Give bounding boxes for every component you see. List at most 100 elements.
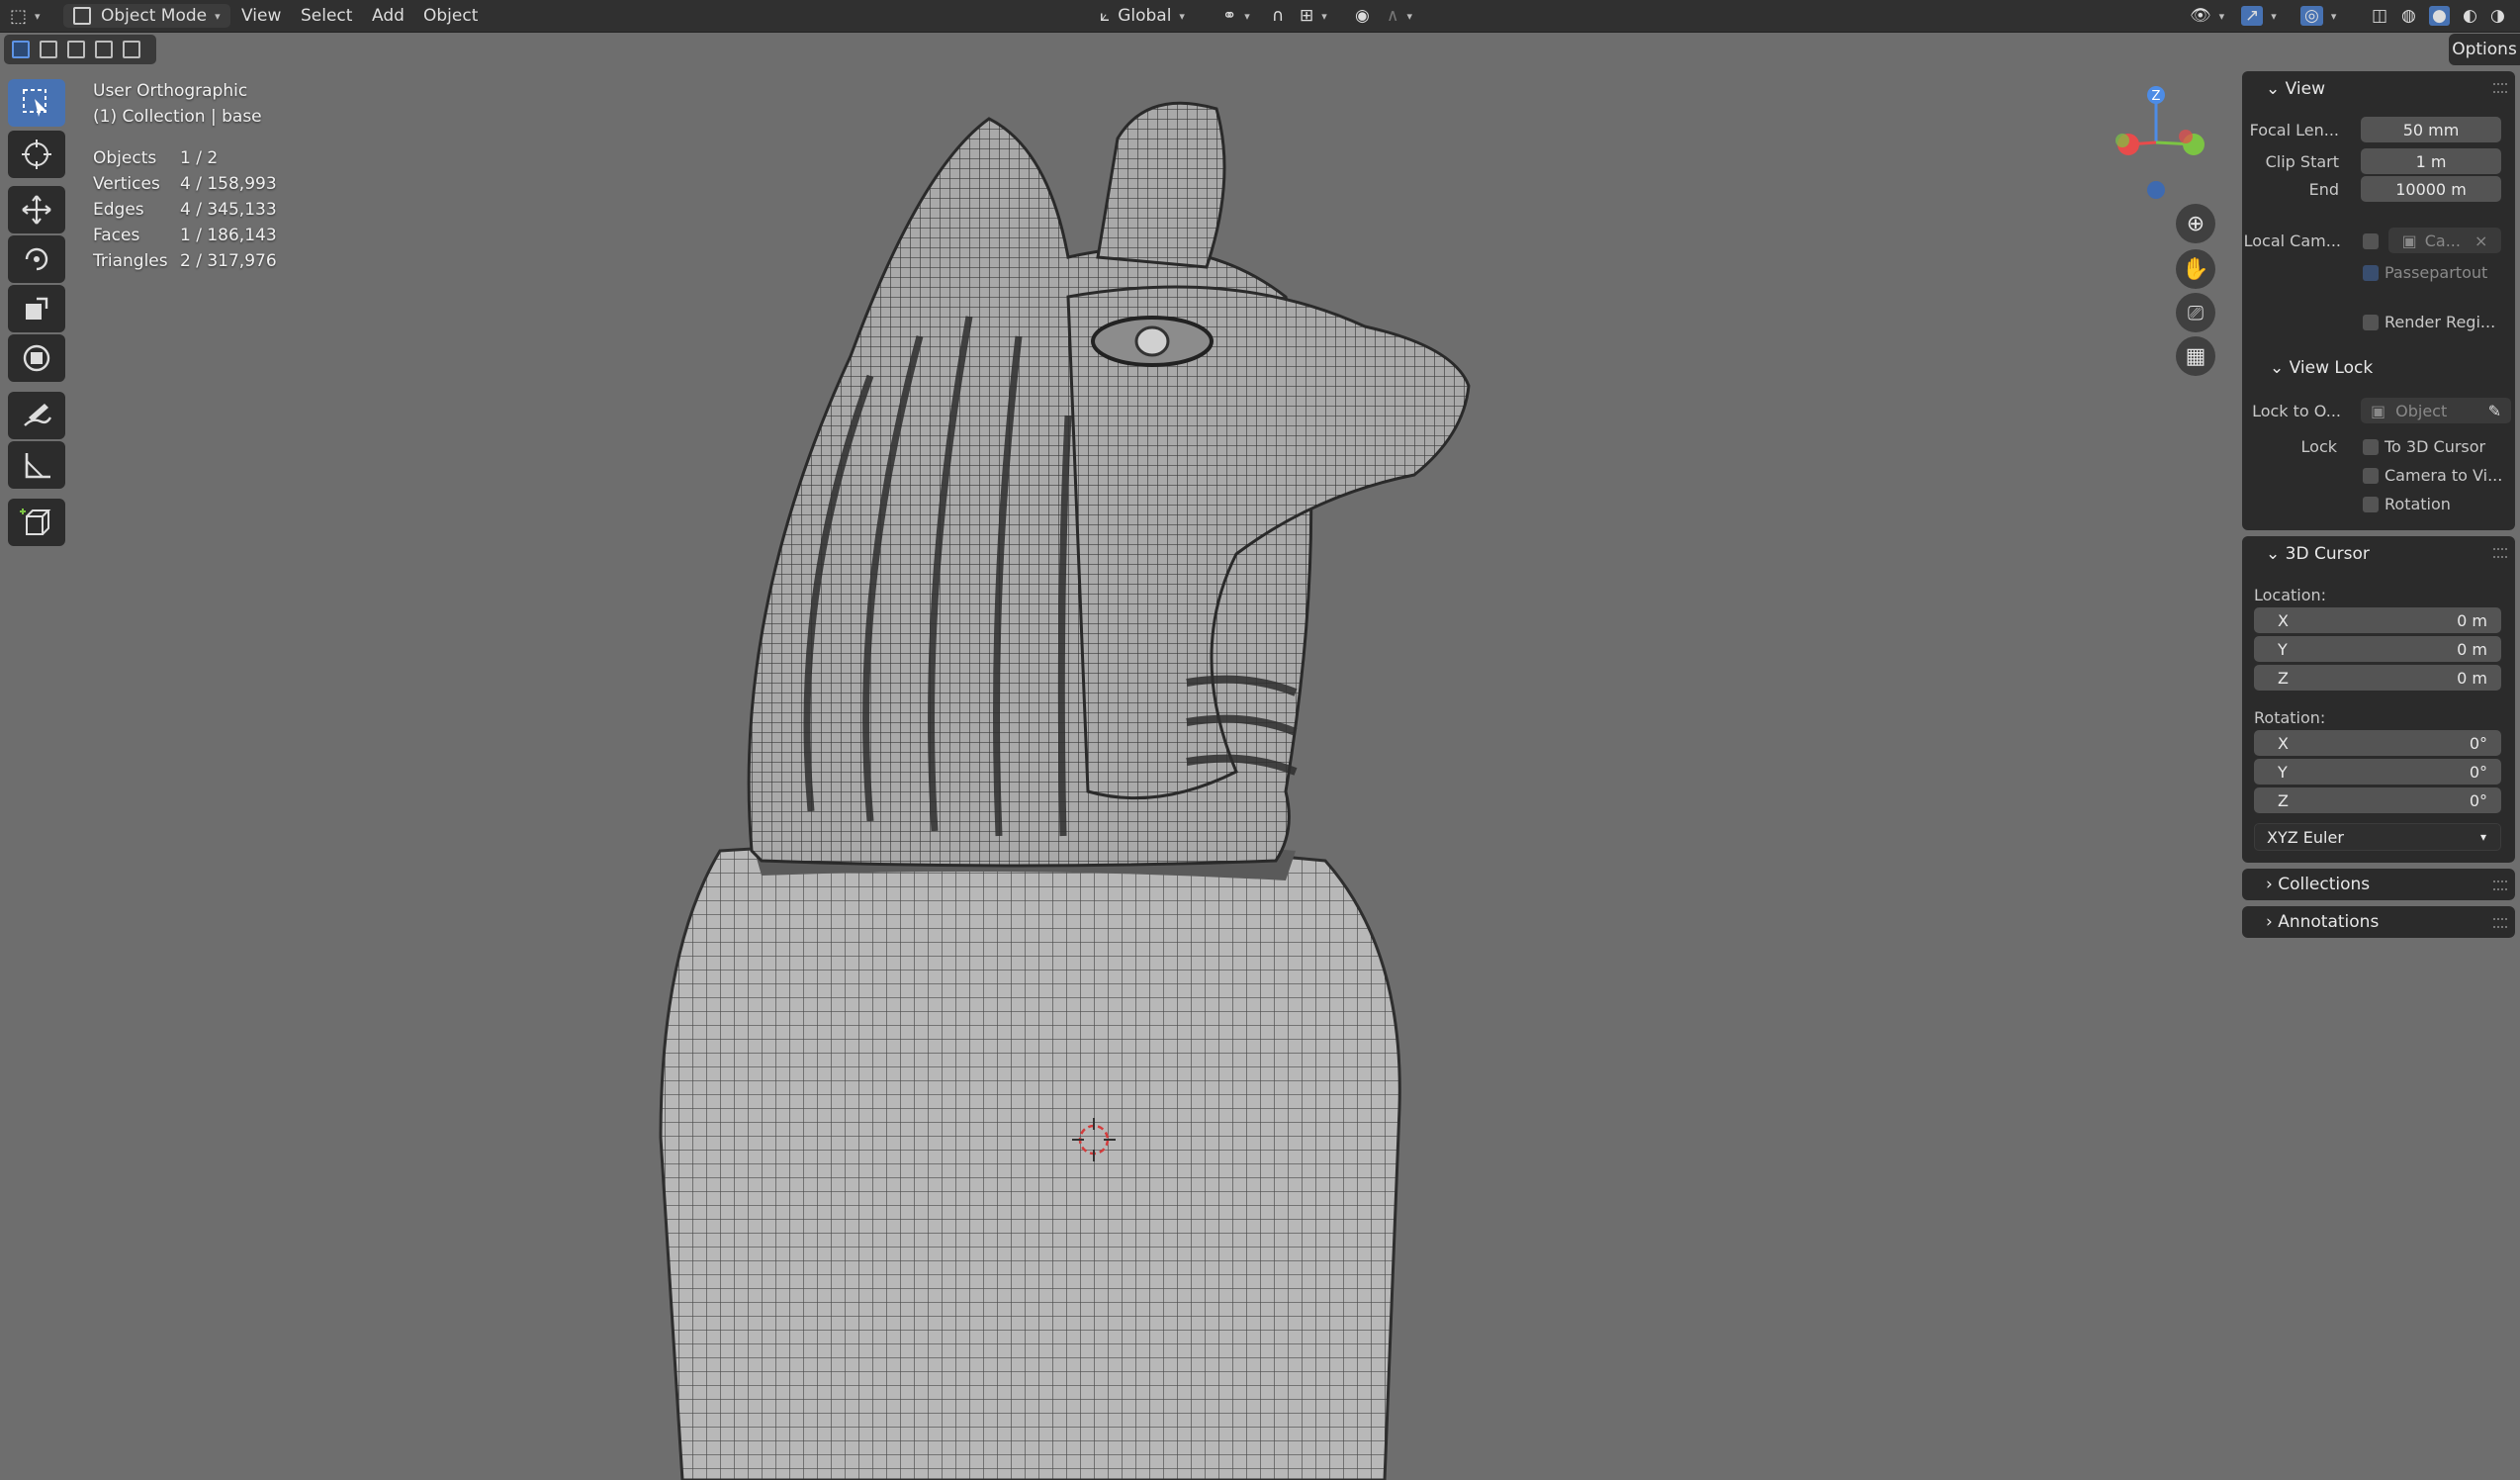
viewport-model[interactable] (0, 0, 2520, 1480)
select-new-icon[interactable] (12, 41, 30, 58)
tool-measure[interactable] (8, 441, 65, 489)
cursor-panel-title: 3D Cursor (2285, 544, 2370, 564)
options-button[interactable]: Options (2449, 34, 2520, 65)
rotation-mode-dropdown[interactable]: XYZ Euler ▾ (2254, 823, 2501, 851)
axis-x-label: X (2278, 610, 2289, 630)
stat-vertices-value: 4 / 158,993 (180, 174, 277, 194)
shading-rendered[interactable]: ◑ (2490, 4, 2505, 28)
passepartout-label: Passepartout (2385, 263, 2488, 282)
view-panel-header[interactable]: ⌄ View (2266, 79, 2325, 99)
mode-label: Object Mode (101, 6, 208, 26)
editor-type-button[interactable]: ⬚ ▾ (10, 4, 41, 28)
to-3d-cursor-checkbox[interactable] (2363, 439, 2379, 455)
focal-length-label: Focal Len... (2249, 121, 2339, 139)
shading-wireframe[interactable]: ◍ (2401, 4, 2416, 28)
add-cube-icon (20, 509, 51, 535)
chevron-down-icon: ⌄ (2266, 544, 2281, 564)
cursor-panel: ⌄ 3D Cursor Location: X 0 m Y 0 m Z 0 m Rot… (2242, 536, 2515, 863)
rotation-x-field[interactable]: X 0° (2254, 730, 2501, 756)
select-invert-icon[interactable] (95, 41, 113, 58)
pan-button[interactable]: ✋ (2176, 249, 2215, 289)
mode-dropdown[interactable]: Object Mode ▾ (63, 4, 230, 28)
tool-rotate[interactable] (8, 235, 65, 283)
passepartout-checkbox[interactable] (2363, 265, 2379, 281)
lock-to-object-field[interactable]: ▣ Object ✎ (2361, 398, 2511, 423)
proportional-edit-toggle[interactable]: ◉ (1355, 4, 1370, 28)
location-z-field[interactable]: Z 0 m (2254, 665, 2501, 691)
falloff-curve-icon: ∧ (1387, 6, 1399, 26)
annotations-header[interactable]: › Annotations (2266, 912, 2379, 932)
clip-end-field[interactable]: 10000 m (2361, 176, 2501, 202)
view-lock-header[interactable]: ⌄ View Lock (2270, 358, 2373, 378)
rotation-y-field[interactable]: Y 0° (2254, 759, 2501, 785)
collections-title: Collections (2278, 875, 2371, 894)
select-box-icon (23, 89, 46, 117)
gizmo-neg-z-axis[interactable] (2147, 181, 2165, 199)
lock-to-object-label: Lock to O... (2252, 402, 2341, 420)
ortho-toggle-button[interactable]: ▦ (2176, 336, 2215, 376)
menu-object[interactable]: Object (423, 4, 478, 28)
tool-add-cube[interactable] (8, 499, 65, 546)
drag-grip-icon[interactable] (2493, 83, 2507, 93)
local-camera-value: Ca... (2424, 231, 2461, 250)
drag-grip-icon[interactable] (2493, 880, 2507, 890)
tool-select-box[interactable] (8, 79, 65, 127)
annotations-panel[interactable]: › Annotations (2242, 906, 2515, 938)
stat-triangles-value: 2 / 317,976 (180, 251, 277, 271)
rendered-sphere-icon: ◑ (2490, 6, 2505, 26)
snap-toggle[interactable]: ∩ (1272, 4, 1284, 28)
location-y-field[interactable]: Y 0 m (2254, 636, 2501, 662)
axis-y-label: Y (2278, 762, 2288, 782)
drag-grip-icon[interactable] (2493, 548, 2507, 558)
menu-view[interactable]: View (241, 4, 281, 28)
eyedropper-icon: ✎ (2487, 401, 2501, 420)
shading-solid[interactable]: ● (2429, 4, 2450, 28)
camera-view-button[interactable]: ⎚ (2176, 293, 2215, 332)
transform-orientation-dropdown[interactable]: ⟀ Global ▾ (1100, 4, 1185, 28)
rotation-z-field[interactable]: Z 0° (2254, 787, 2501, 813)
collections-header[interactable]: › Collections (2266, 875, 2370, 894)
visibility-button[interactable]: 👁 ▾ (2190, 4, 2224, 28)
select-extend-icon[interactable] (40, 41, 57, 58)
rotation-lock-checkbox[interactable] (2363, 497, 2379, 512)
focal-length-field[interactable]: 50 mm (2361, 117, 2501, 142)
location-x-field[interactable]: X 0 m (2254, 607, 2501, 633)
scale-icon (26, 297, 48, 320)
clip-end-label: End (2308, 180, 2339, 199)
chevron-down-icon: ▾ (2479, 830, 2486, 844)
view-name: User Orthographic (93, 81, 248, 101)
tool-annotate[interactable] (8, 392, 65, 439)
clip-start-field[interactable]: 1 m (2361, 148, 2501, 174)
falloff-button[interactable]: ∧ ▾ (1387, 4, 1412, 28)
navigation-gizmo[interactable]: Z (2097, 79, 2215, 208)
annotations-title: Annotations (2278, 912, 2380, 932)
xray-toggle[interactable]: ◫ (2372, 4, 2387, 28)
gizmo-toggle[interactable]: ↗ ▾ (2241, 4, 2277, 28)
menu-select[interactable]: Select (301, 4, 352, 28)
local-camera-checkbox[interactable] (2363, 233, 2379, 249)
drag-grip-icon[interactable] (2493, 918, 2507, 928)
collections-panel[interactable]: › Collections (2242, 869, 2515, 900)
render-region-checkbox[interactable] (2363, 315, 2379, 330)
select-intersect-icon[interactable] (123, 41, 140, 58)
overlays-toggle[interactable]: ◎ ▾ (2300, 4, 2336, 28)
local-camera-field[interactable]: ▣ Ca... × (2388, 228, 2501, 253)
tool-move[interactable] (8, 186, 65, 233)
tool-transform[interactable] (8, 334, 65, 382)
tool-cursor[interactable] (8, 131, 65, 178)
camera-to-view-checkbox[interactable] (2363, 468, 2379, 484)
tool-scale[interactable] (8, 285, 65, 332)
rotation-x-value: 0° (2469, 733, 2487, 753)
menu-add[interactable]: Add (372, 4, 405, 28)
gizmo-neg-x-axis[interactable] (2179, 130, 2193, 143)
rotation-y-value: 0° (2469, 762, 2487, 782)
camera-to-view-label: Camera to Vi... (2385, 466, 2503, 485)
select-subtract-icon[interactable] (67, 41, 85, 58)
shading-material[interactable]: ◐ (2463, 4, 2477, 28)
cursor-panel-header[interactable]: ⌄ 3D Cursor (2266, 544, 2370, 564)
pivot-point-button[interactable]: ⚭ ▾ (1222, 4, 1250, 28)
snap-target-button[interactable]: ⊞ ▾ (1300, 4, 1327, 28)
zoom-button[interactable]: ⊕ (2176, 204, 2215, 243)
gizmo-neg-y-axis[interactable] (2115, 134, 2129, 147)
proportional-edit-icon: ◉ (1355, 6, 1370, 26)
